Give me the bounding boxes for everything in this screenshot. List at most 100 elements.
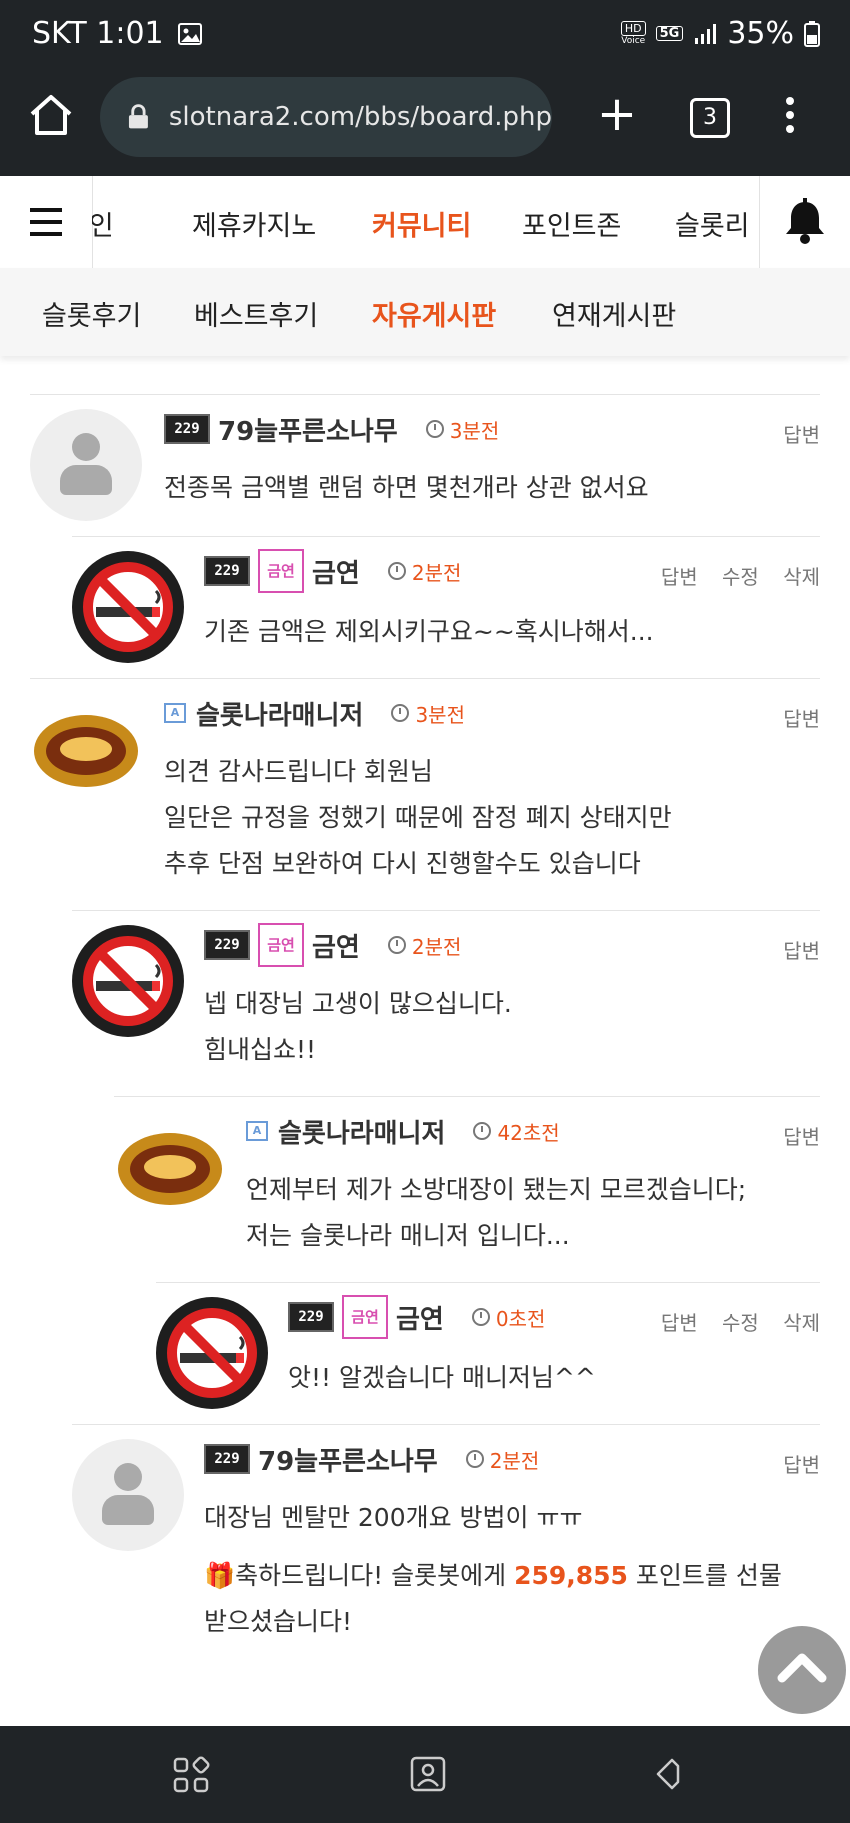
admin-badge: A — [246, 1121, 268, 1141]
url-bar[interactable]: slotnara2.com/bbs/board.php — [100, 77, 552, 157]
level-badge: 229 — [204, 930, 250, 960]
network-5g-icon: 5G — [655, 26, 684, 41]
nav-item-partner-casino[interactable]: 제휴카지노 — [192, 204, 316, 243]
level-badge: 229 — [204, 1444, 250, 1474]
signal-icon — [695, 23, 717, 44]
comment-item: 229 79늘푸른소나무 3분전 답변 전종목 금액별 랜덤 하면 몇천개라 상… — [30, 394, 820, 537]
clock-icon — [465, 1450, 484, 1468]
recent-apps-icon[interactable] — [172, 1756, 210, 1794]
comment-time: 0초전 — [495, 1306, 546, 1331]
nav-item-main[interactable]: 메인 — [92, 204, 114, 243]
comment-time: 42초전 — [497, 1120, 560, 1145]
no-smoking-badge: 금연 — [258, 549, 304, 593]
comment-author[interactable]: 슬롯나라매니저 — [196, 695, 363, 732]
clock-icon — [387, 562, 406, 580]
main-nav: 메인 제휴카지노 커뮤니티 포인트존 슬롯리 — [0, 176, 850, 269]
lock-icon — [128, 104, 148, 129]
sub-nav: 슬롯후기 베스트후기 자유게시판 연재게시판 — [0, 268, 850, 356]
default-avatar-icon — [72, 1439, 184, 1551]
comment-author[interactable]: 슬롯나라매니저 — [278, 1113, 445, 1150]
sub-tab-free-board[interactable]: 자유게시판 — [372, 294, 496, 333]
level-badge: 229 — [204, 556, 250, 586]
comment-author[interactable]: 금연 — [396, 1299, 444, 1336]
comment-text-line: 힘내십쇼!! — [204, 1035, 317, 1064]
comment-author[interactable]: 금연 — [312, 927, 360, 964]
comment-time: 2분전 — [411, 560, 462, 585]
reply-button[interactable]: 답변 — [783, 423, 820, 447]
comment-author[interactable]: 79늘푸른소나무 — [258, 1441, 438, 1478]
level-badge: 229 — [164, 414, 210, 444]
comment-text-line: 추후 단점 보완하여 다시 진행할수도 있습니다 — [164, 849, 641, 878]
battery-percent: 35% — [727, 16, 794, 51]
hamburger-menu-icon[interactable] — [0, 176, 93, 268]
clock-icon — [425, 420, 444, 438]
comment-item: 229 금연 금연 2분전 답변 수정 삭제 기존 금액은 제외시키구요~~혹시… — [72, 536, 820, 679]
sub-tab-slot-review[interactable]: 슬롯후기 — [42, 294, 141, 333]
nav-item-community[interactable]: 커뮤니티 — [372, 204, 471, 243]
notification-bell-icon[interactable] — [759, 176, 850, 268]
delete-button[interactable]: 삭제 — [783, 565, 820, 589]
system-nav-bar — [0, 1726, 850, 1823]
voice-label: Voice — [621, 36, 646, 46]
reply-button[interactable]: 답변 — [661, 1311, 698, 1335]
comment-text: 앗!! 알겠습니다 매니저님^^ — [288, 1363, 596, 1392]
nav-item-point-zone[interactable]: 포인트존 — [522, 204, 621, 243]
comment-author[interactable]: 금연 — [312, 553, 360, 590]
comment-text-line: 언제부터 제가 소방대장이 됐는지 모르겠습니다; — [246, 1175, 747, 1204]
comment-text: 전종목 금액별 랜덤 하면 몇천개라 상관 없서요 — [164, 473, 649, 502]
comment-time: 3분전 — [449, 418, 500, 443]
slotnara-logo-avatar — [30, 693, 142, 805]
gift-icon: 🎁 — [204, 1561, 236, 1590]
gift-notice-line2: 받으셨습니다! — [204, 1607, 353, 1636]
comment-author[interactable]: 79늘푸른소나무 — [218, 411, 398, 448]
comment-time: 2분전 — [489, 1448, 540, 1473]
clock-icon — [471, 1308, 490, 1326]
default-avatar-icon — [30, 409, 142, 521]
sub-tab-best-review[interactable]: 베스트후기 — [194, 294, 318, 333]
tab-switcher-button[interactable]: 3 — [690, 98, 730, 138]
reply-button[interactable]: 답변 — [783, 1125, 820, 1149]
gift-notice: 🎁축하드립니다! 슬롯봇에게 259,855 포인트를 선물 — [204, 1561, 782, 1590]
reply-button[interactable]: 답변 — [783, 939, 820, 963]
back-icon[interactable] — [648, 1756, 684, 1792]
nav-item-slot[interactable]: 슬롯리 — [675, 204, 750, 243]
comment-item: 229 79늘푸른소나무 2분전 답변 대장님 멘탈만 200개요 방법이 ㅠㅠ… — [72, 1424, 820, 1675]
reply-button[interactable]: 답변 — [783, 707, 820, 731]
delete-button[interactable]: 삭제 — [783, 1311, 820, 1335]
comment-text-line: 의견 감사드립니다 회원님 — [164, 757, 433, 786]
edit-button[interactable]: 수정 — [722, 1311, 759, 1335]
status-bar: SKT 1:01 HD Voice 5G 35% — [0, 0, 850, 72]
admin-badge: A — [164, 703, 186, 723]
gallery-icon — [177, 22, 202, 45]
sub-tab-serial-board[interactable]: 연재게시판 — [552, 294, 676, 333]
comment-item: 229 금연 금연 0초전 답변 수정 삭제 앗!! 알겠습니다 매니저님^^ — [156, 1282, 820, 1425]
comment-text-line: 일단은 규정을 정했기 때문에 잠정 폐지 상태지만 — [164, 803, 672, 832]
home-icon[interactable] — [26, 90, 76, 140]
clock-icon — [473, 1122, 492, 1140]
comment-time: 2분전 — [411, 934, 462, 959]
level-badge: 229 — [288, 1302, 334, 1332]
no-smoking-avatar-icon — [72, 925, 184, 1037]
comment-item: A 슬롯나라매니저 3분전 답변 의견 감사드립니다 회원님 일단은 규정을 정… — [30, 678, 820, 911]
gift-points: 259,855 — [514, 1561, 628, 1590]
scroll-to-top-button[interactable] — [758, 1626, 846, 1714]
url-text: slotnara2.com/bbs/board.php — [168, 102, 552, 132]
comment-text: 대장님 멘탈만 200개요 방법이 ㅠㅠ — [204, 1503, 583, 1532]
more-menu-icon[interactable] — [780, 92, 800, 142]
comment-text-line: 넵 대장님 고생이 많으십니다. — [204, 989, 512, 1018]
reply-button[interactable]: 답변 — [783, 1453, 820, 1477]
clock-icon — [387, 936, 406, 954]
comment-time: 3분전 — [415, 702, 465, 727]
comment-text: 기존 금액은 제외시키구요~~혹시나해서... — [204, 617, 654, 646]
no-smoking-avatar-icon — [72, 551, 184, 663]
hd-voice-icon: HD — [620, 21, 646, 36]
new-tab-plus-icon[interactable]: + — [592, 90, 642, 140]
no-smoking-badge: 금연 — [342, 1295, 388, 1339]
reply-button[interactable]: 답변 — [661, 565, 698, 589]
clock-icon — [391, 704, 410, 722]
no-smoking-avatar-icon — [156, 1297, 268, 1409]
home-nav-icon[interactable] — [408, 1754, 448, 1794]
comment-item: 229 금연 금연 2분전 답변 넵 대장님 고생이 많으십니다. 힘내십쇼!! — [72, 910, 820, 1097]
edit-button[interactable]: 수정 — [722, 565, 759, 589]
comment-item: A 슬롯나라매니저 42초전 답변 언제부터 제가 소방대장이 됐는지 모르겠습… — [114, 1096, 820, 1283]
